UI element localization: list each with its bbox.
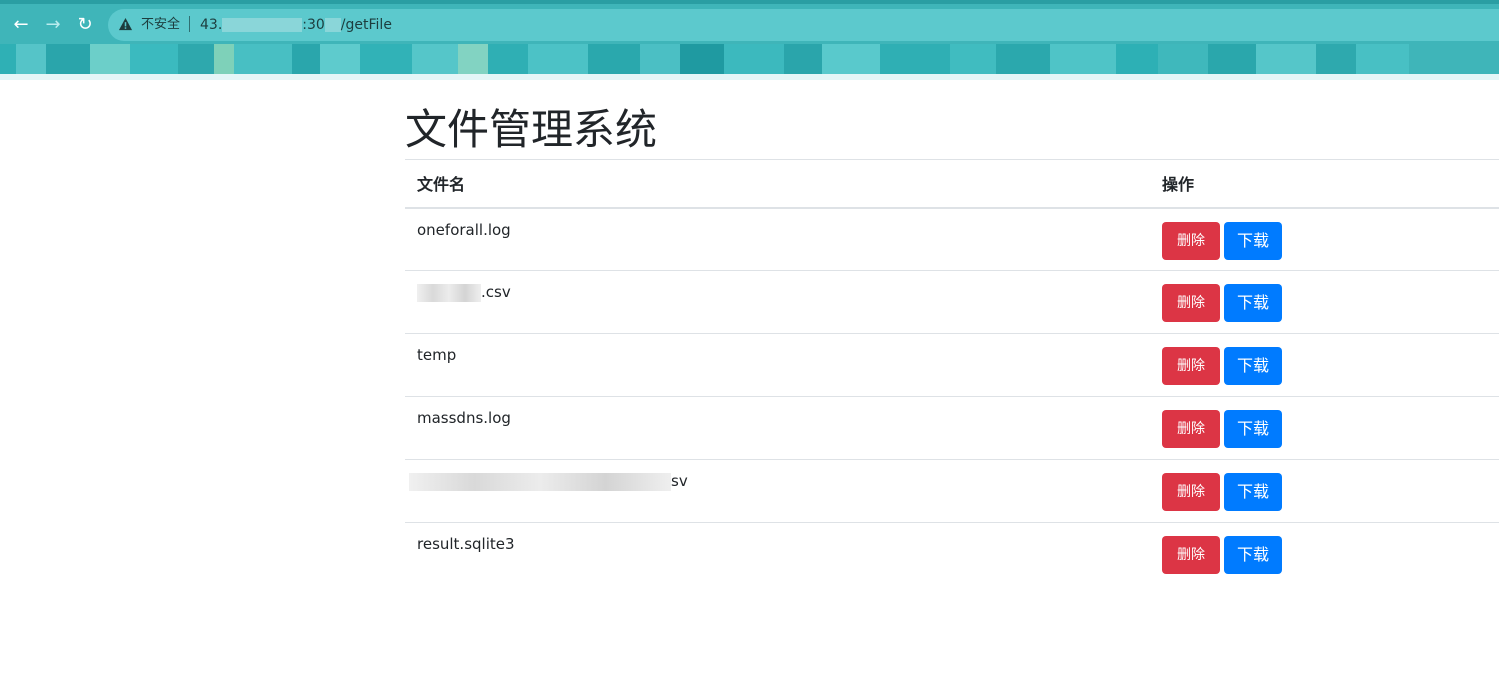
obscured-text [417,283,481,302]
file-name: oneforall.log [405,207,1150,271]
column-header-filename: 文件名 [405,159,1150,209]
forward-arrow-icon[interactable]: → [42,14,64,36]
table-row: sv 删除 下载 [405,459,1499,523]
row-actions: 删除 下载 [1150,270,1499,334]
url-obscured-host [222,18,303,32]
download-button[interactable]: 下载 [1224,410,1282,448]
column-header-actions: 操作 [1150,159,1499,209]
download-button[interactable]: 下载 [1224,221,1282,260]
table-row: massdns.log 删除 下载 [405,396,1499,460]
row-actions: 删除 下载 [1150,396,1499,460]
row-actions: 删除 下载 [1150,459,1499,523]
row-actions: 删除 下载 [1150,207,1499,271]
delete-button[interactable]: 删除 [1162,410,1220,448]
file-name: .csv [405,270,1150,334]
file-name: result.sqlite3 [405,522,1150,586]
file-name: massdns.log [405,396,1150,460]
file-name: sv [405,459,1150,523]
chrome-bottom-edge [0,74,1499,80]
delete-button[interactable]: 删除 [1162,221,1220,260]
table-header-row: 文件名 操作 [405,159,1499,209]
url-obscured-port [324,18,341,32]
warning-icon [118,17,133,31]
table-row: oneforall.log 删除 下载 [405,207,1499,271]
row-actions: 删除 下载 [1150,333,1499,397]
file-table: 文件名 操作 oneforall.log 删除 下载 .csv 删除 下载 temp… [405,159,1499,586]
delete-button[interactable]: 删除 [1162,473,1220,511]
table-row: .csv 删除 下载 [405,270,1499,334]
insecure-label[interactable]: 不安全 [141,16,180,34]
table-row: result.sqlite3 删除 下载 [405,522,1499,586]
download-button[interactable]: 下载 [1224,347,1282,385]
url-separator [189,16,190,32]
table-row: temp 删除 下载 [405,333,1499,397]
download-button[interactable]: 下载 [1224,284,1282,322]
delete-button[interactable]: 删除 [1162,536,1220,574]
page-title: 文件管理系统 [405,105,658,154]
back-arrow-icon[interactable]: ← [10,14,32,36]
bookmarks-bar [0,44,1499,76]
delete-button[interactable]: 删除 [1162,347,1220,385]
delete-button[interactable]: 删除 [1162,284,1220,322]
browser-chrome: ← → ↻ 不安全 43.:30/getFile [0,0,1499,80]
tab-strip [0,0,1499,4]
file-name: temp [405,333,1150,397]
url-text[interactable]: 43.:30/getFile [200,15,392,35]
download-button[interactable]: 下载 [1224,536,1282,574]
reload-icon[interactable]: ↻ [74,14,96,36]
obscured-text [409,472,671,491]
row-actions: 删除 下载 [1150,522,1499,586]
download-button[interactable]: 下载 [1224,473,1282,511]
